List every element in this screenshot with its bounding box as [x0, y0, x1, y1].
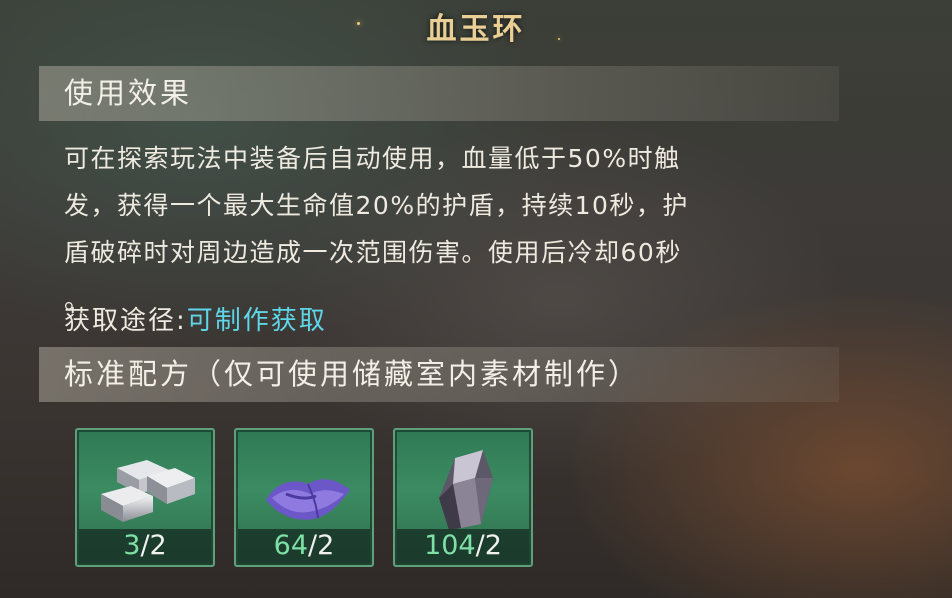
purple-cloth-icon — [266, 479, 350, 520]
material-count: 64/2 — [238, 529, 370, 563]
effect-line: 发，获得一个最大生命值20%的护盾，持续10秒，护 — [64, 191, 689, 220]
acquisition-row: 获取途径:可制作获取 — [64, 300, 327, 337]
acquisition-label: 获取途径: — [64, 306, 187, 336]
material-count: 3/2 — [79, 529, 211, 563]
material-owned: 64 — [273, 530, 309, 561]
effect-description: 可在探索玩法中装备后自动使用，血量低于50%时触 发，获得一个最大生命值20%的… — [64, 135, 809, 323]
material-owned: 104 — [424, 530, 476, 561]
silver-ingot-icon — [101, 460, 195, 522]
material-required: /2 — [140, 530, 167, 561]
effect-line: 盾破碎时对周边造成一次范围伤害。使用后冷却60秒 — [64, 238, 682, 267]
recipe-section-header: 标准配方（仅可使用储藏室内素材制作） — [39, 347, 839, 402]
item-title: 血玉环 — [426, 12, 526, 47]
material-count: 104/2 — [397, 529, 529, 563]
material-required: /2 — [308, 530, 335, 561]
effect-line: 可在探索玩法中装备后自动使用，血量低于50%时触 — [64, 144, 681, 173]
material-slot-cloth[interactable]: 64/2 — [234, 428, 374, 567]
material-slot-silver[interactable]: 3/2 — [75, 428, 215, 567]
dark-crystal-icon — [439, 450, 493, 530]
acquisition-link[interactable]: 可制作获取 — [187, 306, 327, 336]
effect-section-header: 使用效果 — [39, 66, 839, 121]
material-owned: 3 — [123, 530, 141, 561]
material-required: /2 — [475, 530, 502, 561]
material-slot-crystal[interactable]: 104/2 — [393, 428, 533, 567]
